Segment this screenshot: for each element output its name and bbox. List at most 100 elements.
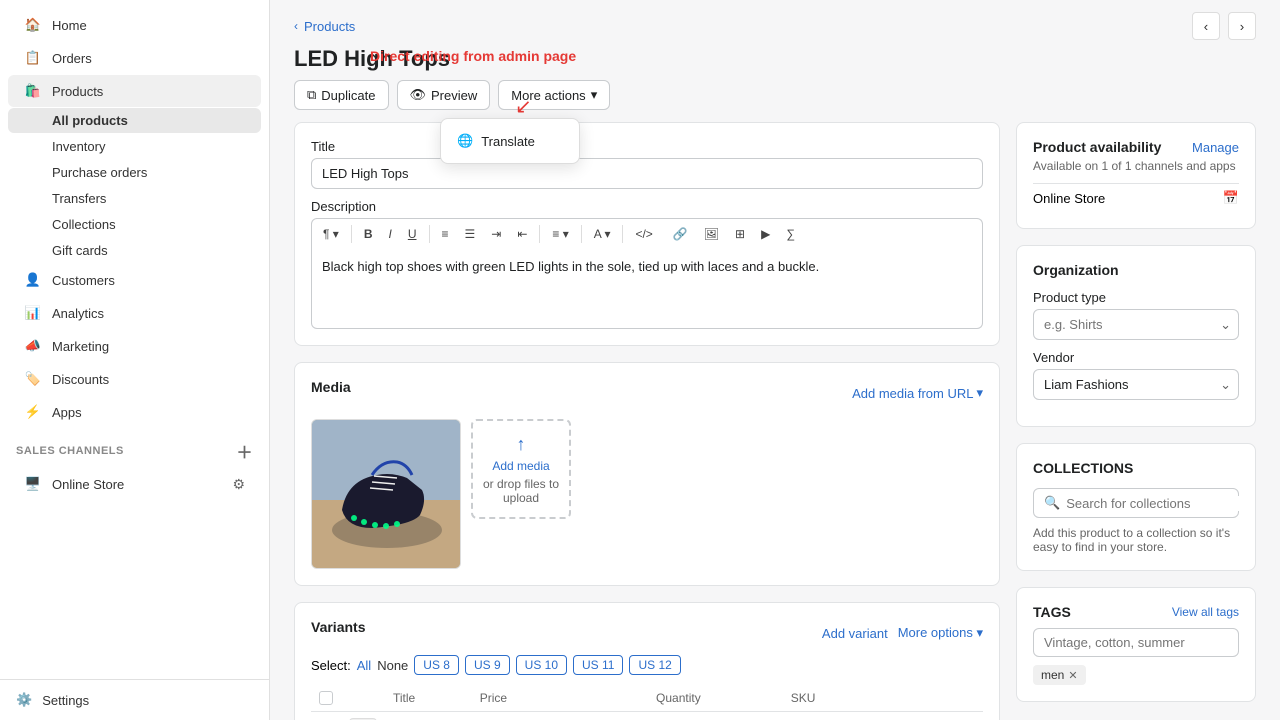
manage-link[interactable]: Manage (1192, 140, 1239, 155)
sidebar-item-marketing[interactable]: 📣 Marketing (8, 330, 261, 362)
sidebar-sub-gift-cards[interactable]: Gift cards (8, 238, 261, 263)
rte-underline-btn[interactable]: U (401, 223, 424, 245)
organization-card: Organization Product type ⌄ Vendor ⌄ (1016, 245, 1256, 427)
rte-indent-btn[interactable]: ⇥ (484, 223, 508, 245)
rte-formula-btn[interactable]: ∑ (779, 223, 802, 245)
rte-align-btn[interactable]: ≡ ▾ (545, 223, 575, 245)
sidebar: 🏠 Home 📋 Orders 🛍️ Products All products… (0, 0, 270, 720)
sidebar-nav: 🏠 Home 📋 Orders 🛍️ Products All products… (0, 0, 269, 679)
table-row: US 8 $ ▲ ▼ Edit (311, 712, 983, 720)
rte-list-ul-btn[interactable]: ☰ (458, 223, 483, 245)
sidebar-sub-transfers[interactable]: Transfers (8, 186, 261, 211)
product-type-input[interactable] (1033, 309, 1239, 340)
collections-search[interactable]: 🔍 (1033, 488, 1239, 518)
sidebar-item-products[interactable]: 🛍️ Products (8, 75, 261, 107)
sidebar-sub-purchase-orders[interactable]: Purchase orders (8, 160, 261, 185)
chevron-down-small-icon: ▾ (976, 385, 983, 401)
collections-card: COLLECTIONS 🔍 Add this product to a coll… (1016, 443, 1256, 571)
discounts-icon: 🏷️ (24, 370, 42, 388)
select-none-link[interactable]: None (377, 658, 408, 673)
chevron-down-options-icon: ▾ (976, 625, 983, 640)
sidebar-item-customers[interactable]: 👤 Customers (8, 264, 261, 296)
online-store-settings-icon[interactable]: ⚙ (232, 476, 245, 493)
home-icon: 🏠 (24, 16, 42, 34)
vendor-chevron-icon: ⌄ (1220, 377, 1231, 393)
topbar: ‹ Products ‹ › (270, 0, 1280, 40)
annotation-text: Direct editing from admin page (370, 48, 576, 64)
product-type-field: Product type ⌄ (1033, 290, 1239, 340)
duplicate-icon: ⧉ (307, 87, 316, 103)
rte-image-btn[interactable]: 🖼 (697, 223, 726, 245)
media-grid: ↑ Add media or drop files to upload (311, 419, 983, 569)
size-us10-badge[interactable]: US 10 (516, 655, 567, 675)
settings-item[interactable]: ⚙️ Settings (0, 679, 269, 720)
sidebar-item-online-store[interactable]: 🖥️ Online Store ⚙ (8, 468, 261, 500)
size-us9-badge[interactable]: US 9 (465, 655, 510, 675)
products-icon: 🛍️ (24, 82, 42, 100)
variants-card: Variants Add variant More options ▾ Sele… (294, 602, 1000, 720)
more-options-link[interactable]: More options ▾ (898, 625, 983, 641)
media-upload-zone[interactable]: ↑ Add media or drop files to upload (471, 419, 571, 519)
sidebar-sub-inventory[interactable]: Inventory (8, 134, 261, 159)
availability-header: Product availability Manage (1033, 139, 1239, 155)
add-media-url-link[interactable]: Add media from URL ▾ (852, 385, 983, 401)
preview-button[interactable]: 👁 Preview (397, 80, 491, 110)
nav-back-button[interactable]: ‹ (1192, 12, 1220, 40)
sidebar-sub-all-products[interactable]: All products (8, 108, 261, 133)
description-field: Description ¶ ▾ B I U ≡ ☰ ⇥ ⇤ ≡ ▾ (311, 199, 983, 329)
sidebar-item-analytics[interactable]: 📊 Analytics (8, 297, 261, 329)
sidebar-item-apps[interactable]: ⚡ Apps (8, 396, 261, 428)
rte-color-btn[interactable]: A ▾ (587, 223, 618, 245)
rte-table-btn[interactable]: ⊞ (728, 223, 752, 245)
description-content[interactable]: Black high top shoes with green LED ligh… (311, 249, 983, 329)
orders-icon: 📋 (24, 49, 42, 67)
select-all-checkbox[interactable] (319, 691, 333, 705)
breadcrumb[interactable]: ‹ Products (294, 19, 355, 34)
view-all-tags-link[interactable]: View all tags (1172, 605, 1239, 619)
duplicate-button[interactable]: ⧉ Duplicate (294, 80, 389, 110)
sidebar-item-orders[interactable]: 📋 Orders (8, 42, 261, 74)
sidebar-sub-collections[interactable]: Collections (8, 212, 261, 237)
vendor-input[interactable] (1033, 369, 1239, 400)
variants-table: Title Price Quantity SKU US 8 $ (311, 685, 983, 720)
select-all-link[interactable]: All (357, 658, 371, 673)
settings-icon: ⚙️ (16, 692, 32, 708)
nav-forward-button[interactable]: › (1228, 12, 1256, 40)
rte-outdent-btn[interactable]: ⇤ (510, 223, 534, 245)
tags-header: TAGS View all tags (1033, 604, 1239, 620)
dropdown-item-translate[interactable]: 🌐 Translate (447, 125, 573, 157)
rte-embed-btn[interactable]: ▶ (754, 223, 777, 245)
annotation-arrow-icon: ↙ (515, 94, 532, 119)
size-us12-badge[interactable]: US 12 (629, 655, 680, 675)
rte-italic-btn[interactable]: I (381, 223, 398, 245)
rte-paragraph-btn[interactable]: ¶ ▾ (316, 223, 346, 245)
calendar-icon[interactable]: 📅 (1223, 190, 1239, 206)
nav-arrows: ‹ › (1192, 12, 1256, 40)
action-bar: ⧉ Duplicate 👁 Preview More actions ▾ Dir… (270, 80, 1280, 122)
sidebar-item-home[interactable]: 🏠 Home (8, 9, 261, 41)
rte-toolbar: ¶ ▾ B I U ≡ ☰ ⇥ ⇤ ≡ ▾ A ▾ (311, 218, 983, 249)
rte-bold-btn[interactable]: B (357, 223, 380, 245)
tag-men-remove[interactable]: ✕ (1068, 669, 1077, 682)
analytics-icon: 📊 (24, 304, 42, 322)
rte-list-ol-btn[interactable]: ≡ (435, 223, 456, 245)
online-store-icon: 🖥️ (24, 475, 42, 493)
add-variant-link[interactable]: Add variant (822, 626, 888, 641)
preview-icon: 👁 (410, 87, 427, 103)
tags-input[interactable] (1033, 628, 1239, 657)
online-store-channel-name: Online Store (1033, 191, 1105, 206)
add-channel-icon[interactable]: ＋ (236, 439, 253, 463)
collections-search-input[interactable] (1066, 496, 1242, 511)
search-icon: 🔍 (1044, 495, 1060, 511)
sidebar-item-discounts[interactable]: 🏷️ Discounts (8, 363, 261, 395)
media-header: Media Add media from URL ▾ (311, 379, 983, 407)
size-us8-badge[interactable]: US 8 (414, 655, 459, 675)
customers-icon: 👤 (24, 271, 42, 289)
size-us11-badge[interactable]: US 11 (573, 655, 623, 675)
product-image (311, 419, 461, 569)
rte-link-btn[interactable]: 🔗 (666, 223, 695, 245)
breadcrumb-arrow-icon: ‹ (294, 19, 298, 33)
title-input[interactable] (311, 158, 983, 189)
tags-list: men ✕ (1033, 665, 1239, 685)
rte-code-btn[interactable]: </> (628, 223, 659, 245)
